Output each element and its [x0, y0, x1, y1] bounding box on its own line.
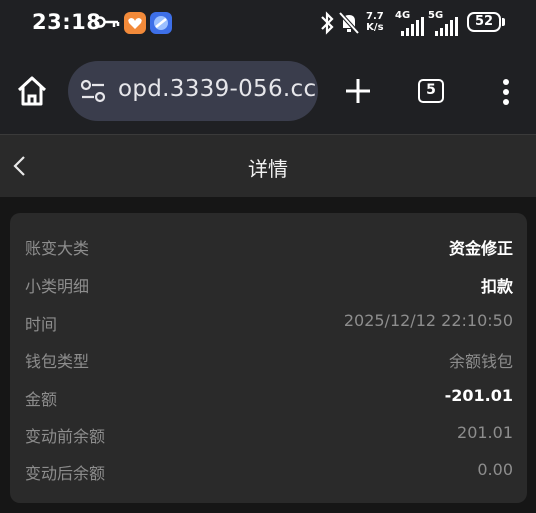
- detail-value: 资金修正: [448, 239, 513, 258]
- detail-label: 变动前余额: [25, 427, 106, 446]
- detail-row-time: 时间 2025/12/12 22:10:50: [25, 307, 513, 335]
- plus-icon[interactable]: [340, 73, 376, 109]
- detail-value: 余额钱包: [448, 352, 513, 371]
- detail-label: 账变大类: [25, 239, 90, 258]
- page-header: 详情: [0, 134, 536, 197]
- detail-row-balance-before: 变动前余额 201.01: [25, 419, 513, 447]
- site-settings-icon[interactable]: [80, 79, 106, 103]
- detail-card: 账变大类 资金修正 小类明细 扣款 时间 2025/12/12 22:10:50…: [10, 213, 527, 503]
- detail-label: 时间: [25, 315, 58, 334]
- detail-value: 0.00: [477, 460, 513, 479]
- app-icon: [124, 12, 146, 34]
- page-title: 详情: [248, 157, 288, 181]
- detail-row-subcategory: 小类明细 扣款: [25, 269, 513, 297]
- app-icon: [150, 12, 172, 34]
- home-icon[interactable]: [14, 73, 50, 109]
- signal-icon: [435, 17, 458, 36]
- detail-value: 2025/12/12 22:10:50: [343, 311, 513, 330]
- detail-label: 金额: [25, 390, 58, 409]
- tabs-icon[interactable]: 5: [418, 79, 444, 103]
- net-speed: 7.7 K/s: [366, 11, 384, 33]
- detail-row-balance-after: 变动后余额 0.00: [25, 456, 513, 484]
- browser-toolbar: opd.3339-056.cc 5: [0, 48, 536, 134]
- battery-tip: [502, 18, 505, 26]
- status-bar: 23:18 7.7 K/s 4G 5G 52: [0, 0, 536, 48]
- mute-bell-icon: [338, 11, 360, 35]
- detail-label: 变动后余额: [25, 464, 106, 483]
- key-icon: [94, 16, 120, 28]
- url-text[interactable]: opd.3339-056.cc: [118, 76, 316, 102]
- clock: 23:18: [32, 10, 102, 34]
- bluetooth-icon: [321, 11, 334, 35]
- detail-value: 扣款: [480, 277, 513, 296]
- detail-label: 钱包类型: [25, 352, 90, 371]
- more-vert-icon[interactable]: [494, 76, 518, 108]
- detail-row-wallet: 钱包类型 余额钱包: [25, 344, 513, 372]
- detail-label: 小类明细: [25, 277, 90, 296]
- battery-indicator: 52: [467, 12, 501, 32]
- detail-value: -201.01: [444, 386, 513, 405]
- signal-icon: [401, 17, 424, 36]
- address-bar[interactable]: opd.3339-056.cc: [68, 61, 318, 121]
- detail-value: 201.01: [457, 423, 513, 442]
- detail-row-category: 账变大类 资金修正: [25, 231, 513, 259]
- detail-row-amount: 金额 -201.01: [25, 382, 513, 410]
